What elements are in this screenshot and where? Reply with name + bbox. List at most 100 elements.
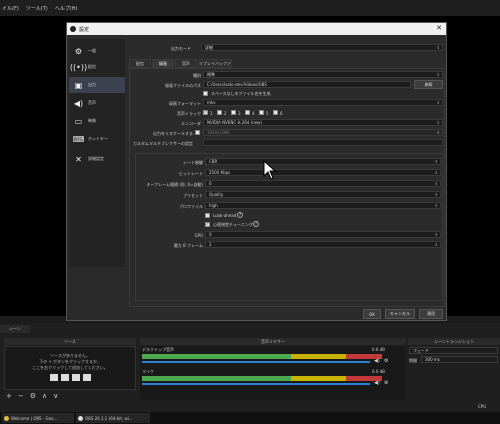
rec-path-input[interactable]: C:/Users/sato-dev/Videos/OBS (203, 81, 411, 88)
muxer-input[interactable] (203, 139, 443, 146)
ok-button[interactable]: OK (363, 309, 381, 319)
transition-type-select[interactable]: フェード (409, 347, 498, 354)
up-icon[interactable]: ∧ (42, 392, 47, 400)
apply-button[interactable]: 適用 (419, 309, 443, 319)
track-5-checkbox[interactable] (259, 110, 264, 115)
nospace-checkbox[interactable] (203, 91, 208, 96)
track-2-checkbox[interactable] (217, 110, 222, 115)
track-3-checkbox[interactable] (231, 110, 236, 115)
help-icon[interactable]: ? (253, 221, 259, 227)
add-icon[interactable]: + (6, 392, 12, 400)
nav-audio[interactable]: ◀) 音声 (69, 95, 125, 111)
speaker-icon[interactable]: ◀) (374, 358, 380, 364)
gear-icon[interactable]: ⚙ (30, 392, 36, 400)
close-icon[interactable]: ✕ (436, 24, 442, 32)
chrome-icon (4, 415, 9, 421)
mouse-cursor-icon (263, 160, 277, 180)
tools-icon: ✕ (75, 154, 82, 164)
nospace-label: スペースなしのファイル名を生成 (211, 91, 271, 96)
mixer-desktop-db: 0.0 dB (372, 347, 385, 352)
keyint-label: キーフレーム間隔 (秒, 0=自動) (146, 182, 203, 187)
track-1-checkbox[interactable] (203, 109, 208, 115)
profile-label: プロファイル (179, 204, 203, 209)
main-menubar: イル(F) ツール(T) ヘルプ(H) (0, 0, 500, 16)
mixer-dock-header: 音声ミキサー (140, 338, 406, 345)
gpu-label: GPU (194, 233, 203, 238)
bframes-input[interactable]: 2 ⇕ (205, 241, 441, 248)
dialog-title: 設定 (79, 26, 90, 33)
encoder-select[interactable]: NVIDIA NVENC H.264 (new) ⇕ (203, 119, 443, 126)
lookahead-checkbox[interactable] (205, 213, 210, 218)
sources-empty-line3: ここを右クリックして追加してください。 (32, 365, 108, 370)
rescale-select[interactable]: 1920x1080 ⇕ (203, 129, 443, 136)
browse-button[interactable]: 参照 (414, 80, 443, 89)
cancel-button[interactable]: キャンセル (385, 309, 415, 319)
bitrate-label: ビットレート (179, 171, 203, 176)
profile-select[interactable]: high ⇕ (205, 202, 441, 209)
tab-replay-buffer[interactable]: リプレイバッファ (198, 59, 232, 68)
speaker-icon: ◀) (73, 98, 84, 108)
nav-stream[interactable]: ((•)) 配信 (69, 59, 125, 75)
bitrate-input[interactable]: 2500 Kbps ⇕ (205, 169, 441, 176)
preset-select[interactable]: Quality ⇕ (205, 191, 441, 198)
gear-icon[interactable]: ⚙ (384, 358, 388, 364)
nav-general[interactable]: ⚙ 一般 (69, 43, 125, 59)
tab-audio[interactable]: 音声 (175, 59, 197, 68)
taskbar-obs-window[interactable]: OBS 26.1.1 (64-bit, wi... (76, 413, 150, 423)
rescale-label: 出力をリスケールする (153, 131, 193, 136)
gear-icon[interactable]: ⚙ (384, 380, 388, 386)
sources-list[interactable]: ソースがありません。 下の + ボタンをクリックするか、 ここを右クリックして追… (4, 346, 136, 390)
audio-tracks-label: 音声トラック (177, 111, 201, 116)
mixer-mic-name: マイク (142, 369, 154, 374)
rec-type-select[interactable]: 標準 ⇕ (203, 71, 443, 78)
duration-input[interactable]: 300 ms (421, 356, 498, 363)
track-6-checkbox[interactable] (273, 110, 278, 115)
menu-file[interactable]: イル(F) (2, 5, 19, 12)
sources-toolbar: + − ⚙ ∧ ∨ (6, 392, 58, 400)
tab-recording[interactable]: 録画 (152, 59, 174, 68)
tab-stream[interactable]: 配信 (129, 59, 151, 68)
psycho-tuning-checkbox[interactable] (205, 221, 210, 227)
speaker-icon[interactable]: ◀) (374, 380, 380, 386)
desktop-audio-meter (142, 354, 382, 359)
track-4-checkbox[interactable] (245, 110, 250, 115)
desktop-volume-slider[interactable] (142, 361, 370, 363)
scenes-dock-header: シーン (0, 325, 30, 333)
mic-audio-meter (142, 376, 382, 381)
taskbar-chrome-window[interactable]: Welcome | OBS - Goo... (2, 413, 74, 423)
obs-icon (78, 415, 83, 421)
mic-volume-slider[interactable] (142, 383, 370, 385)
rescale-checkbox[interactable] (195, 130, 200, 135)
down-icon[interactable]: ∨ (53, 392, 58, 400)
preset-label: プリセット (183, 193, 203, 198)
dialog-titlebar: 設定 ✕ (67, 23, 446, 35)
menu-help[interactable]: ヘルプ(H) (55, 5, 78, 12)
nav-advanced[interactable]: ✕ 詳細設定 (69, 151, 125, 167)
remove-icon[interactable]: − (18, 392, 24, 400)
rec-path-label: 録画ファイルのパス (165, 83, 201, 88)
mixer-panel: デスクトップ音声 0.0 dB ◀) ⚙ マイク 0.0 dB ◀) ⚙ (140, 346, 406, 400)
lookahead-label: Look-ahead (213, 213, 237, 218)
keyboard-icon: ⌨ (72, 134, 85, 144)
psycho-tuning-label: 心理視覚チューニング (213, 222, 253, 227)
gpu-input[interactable]: 0 ⇕ (205, 231, 441, 238)
settings-dialog: 設定 ✕ ⚙ 一般 ((•)) 配信 ▣ 出力 ◀) 音声 ▭ 映像 ⌨ ホットキー ✕ 詳細… (66, 22, 447, 321)
output-mode-label: 出力モード (171, 46, 191, 51)
nav-hotkeys[interactable]: ⌨ ホットキー (69, 131, 125, 147)
help-icon[interactable]: ? (237, 212, 243, 218)
muxer-label: カスタムマルチプレクサーの設定 (133, 141, 193, 146)
mixer-desktop-name: デスクトップ音声 (142, 347, 174, 352)
menu-tools[interactable]: ツール(T) (26, 5, 48, 12)
obs-logo-icon (70, 26, 76, 32)
nav-output[interactable]: ▣ 出力 (69, 77, 125, 93)
keyint-input[interactable]: 0 ⇕ (205, 180, 441, 187)
rate-control-select[interactable]: CBR ⇕ (205, 158, 441, 165)
monitor-source-icon (60, 374, 69, 381)
nav-video[interactable]: ▭ 映像 (69, 113, 125, 129)
taskbar: Welcome | OBS - Goo... OBS 26.1.1 (64-bi… (0, 412, 500, 424)
camera-source-icon (82, 374, 91, 381)
output-icon: ▣ (74, 80, 83, 90)
rec-format-select[interactable]: mkv ⇕ (203, 99, 443, 106)
cpu-status: CPU (478, 404, 487, 409)
output-mode-select[interactable]: 詳細 ⇕ (201, 44, 443, 51)
